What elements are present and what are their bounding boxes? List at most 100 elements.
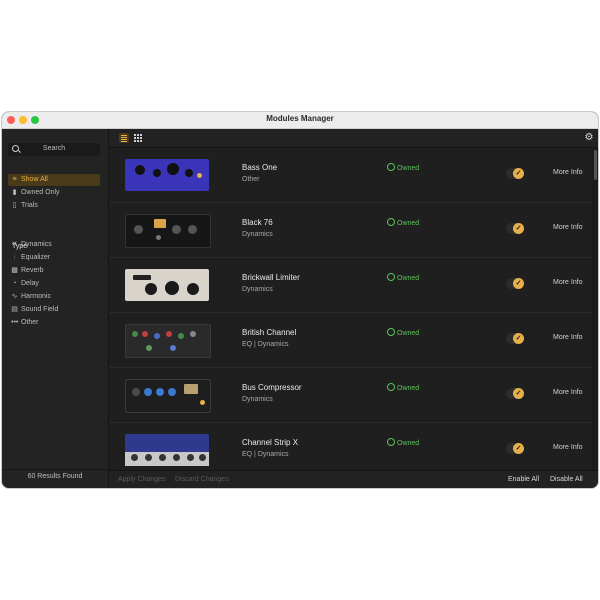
type-harmonic[interactable]: ∿ Harmonic xyxy=(8,291,100,303)
disable-all-button[interactable]: Disable All xyxy=(550,476,583,483)
module-row-bus-compressor: Bus Compressor Dynamics Owned ✓ More Inf… xyxy=(109,368,592,423)
discard-changes-button[interactable]: Discard Changes xyxy=(175,476,229,483)
module-enable-toggle[interactable]: ✓ xyxy=(506,278,524,289)
more-info-link[interactable]: More Info xyxy=(553,444,583,451)
owned-status: Owned xyxy=(387,328,419,337)
list-view-icon[interactable] xyxy=(119,133,129,143)
module-name[interactable]: British Channel xyxy=(242,328,296,337)
status-text: Owned xyxy=(397,275,420,282)
main-panel: ⚙ Bass One Other Owned ✓ More Info Black… xyxy=(109,129,598,488)
module-thumbnail xyxy=(125,379,211,413)
module-category: Dynamics xyxy=(242,396,273,403)
divider xyxy=(2,469,108,470)
module-name[interactable]: Black 76 xyxy=(242,218,273,227)
module-thumbnail xyxy=(125,159,209,191)
document-icon: ▯ xyxy=(12,202,17,209)
module-name[interactable]: Bus Compressor xyxy=(242,383,302,392)
module-category: Dynamics xyxy=(242,231,273,238)
owned-status: Owned xyxy=(387,438,419,447)
type-sound-field[interactable]: ▤ Sound Field xyxy=(8,304,100,316)
check-circle-icon xyxy=(387,218,395,226)
module-thumbnail xyxy=(125,324,211,358)
delay-icon: ◔ xyxy=(12,280,17,287)
equalizer-icon: ⫶ xyxy=(13,254,16,261)
status-text: Owned xyxy=(397,220,420,227)
search-placeholder: Search xyxy=(42,145,66,152)
owned-status: Owned xyxy=(387,383,419,392)
type-reverb[interactable]: ▩ Reverb xyxy=(8,265,100,277)
type-label: Sound Field xyxy=(21,306,59,313)
harmonic-icon: ∿ xyxy=(11,293,18,300)
type-label: Harmonic xyxy=(21,293,51,300)
module-name[interactable]: Brickwall Limiter xyxy=(242,273,300,282)
module-row-black-76: Black 76 Dynamics Owned ✓ More Info xyxy=(109,203,592,258)
footer-bar: Apply Changes Discard Changes Enable All… xyxy=(109,470,598,488)
filter-owned-only[interactable]: ▮ Owned Only xyxy=(8,187,100,199)
window-title: Modules Manager xyxy=(266,114,334,123)
gear-icon[interactable]: ⚙ xyxy=(584,133,594,143)
type-label: Dynamics xyxy=(21,241,52,248)
type-label: Equalizer xyxy=(21,254,51,261)
modules-manager-window: Modules Manager Search ≡ Show All ▮ Owne… xyxy=(2,112,598,488)
checkmark-icon: ✓ xyxy=(513,168,524,179)
check-circle-icon xyxy=(387,383,395,391)
more-info-link[interactable]: More Info xyxy=(553,224,583,231)
module-name[interactable]: Channel Strip X xyxy=(242,438,298,447)
module-category: Dynamics xyxy=(242,286,273,293)
type-label: Delay xyxy=(21,280,39,287)
owned-status: Owned xyxy=(387,163,419,172)
check-circle-icon xyxy=(387,273,395,281)
search-field[interactable]: Search xyxy=(8,143,100,156)
type-label: Other xyxy=(21,319,39,326)
module-enable-toggle[interactable]: ✓ xyxy=(506,333,524,344)
reverb-icon: ▩ xyxy=(11,267,18,274)
more-info-link[interactable]: More Info xyxy=(553,279,583,286)
status-text: Owned xyxy=(397,330,420,337)
checkmark-icon: ✓ xyxy=(513,278,524,289)
toolbar: ⚙ xyxy=(109,129,598,148)
module-enable-toggle[interactable]: ✓ xyxy=(506,223,524,234)
list-icon: ≡ xyxy=(12,176,17,183)
owned-status: Owned xyxy=(387,218,419,227)
module-thumbnail xyxy=(125,434,209,466)
more-info-link[interactable]: More Info xyxy=(553,389,583,396)
filter-label: Trials xyxy=(21,202,38,209)
check-circle-icon xyxy=(387,163,395,171)
type-dynamics[interactable]: ✕ Dynamics xyxy=(8,239,100,251)
type-delay[interactable]: ◔ Delay xyxy=(8,278,100,290)
more-icon: ••• xyxy=(11,319,19,326)
module-category: EQ | Dynamics xyxy=(242,451,289,458)
more-info-link[interactable]: More Info xyxy=(553,169,583,176)
module-enable-toggle[interactable]: ✓ xyxy=(506,443,524,454)
list-scrollbar[interactable] xyxy=(594,148,597,470)
module-thumbnail xyxy=(125,269,209,301)
check-circle-icon xyxy=(387,438,395,446)
type-other[interactable]: ••• Other xyxy=(8,317,100,329)
modules-list: Bass One Other Owned ✓ More Info Black 7… xyxy=(109,148,592,470)
module-name[interactable]: Bass One xyxy=(242,163,277,172)
checkmark-icon: ✓ xyxy=(513,333,524,344)
type-label: Reverb xyxy=(21,267,44,274)
type-equalizer[interactable]: ⫶ Equalizer xyxy=(8,252,100,264)
sidebar: Search ≡ Show All ▮ Owned Only ▯ Trials … xyxy=(2,129,109,488)
module-row-brickwall-limiter: Brickwall Limiter Dynamics Owned ✓ More … xyxy=(109,258,592,313)
title-bar: Modules Manager xyxy=(2,112,598,129)
enable-all-button[interactable]: Enable All xyxy=(508,476,539,483)
more-info-link[interactable]: More Info xyxy=(553,334,583,341)
status-text: Owned xyxy=(397,385,420,392)
status-text: Owned xyxy=(397,440,420,447)
module-category: EQ | Dynamics xyxy=(242,341,289,348)
filter-show-all[interactable]: ≡ Show All xyxy=(8,174,100,186)
module-enable-toggle[interactable]: ✓ xyxy=(506,168,524,179)
sound-field-icon: ▤ xyxy=(11,306,18,313)
results-count: 60 Results Found xyxy=(27,473,83,480)
checkmark-icon: ✓ xyxy=(513,223,524,234)
module-row-british-channel: British Channel EQ | Dynamics Owned ✓ Mo… xyxy=(109,313,592,368)
grid-view-icon[interactable] xyxy=(133,133,143,143)
module-row-channel-strip-x: Channel Strip X EQ | Dynamics Owned ✓ Mo… xyxy=(109,423,592,470)
scrollbar-thumb[interactable] xyxy=(594,150,597,180)
module-enable-toggle[interactable]: ✓ xyxy=(506,388,524,399)
filter-trials[interactable]: ▯ Trials xyxy=(8,200,100,212)
checkmark-icon: ✓ xyxy=(513,388,524,399)
apply-changes-button[interactable]: Apply Changes xyxy=(118,476,165,483)
